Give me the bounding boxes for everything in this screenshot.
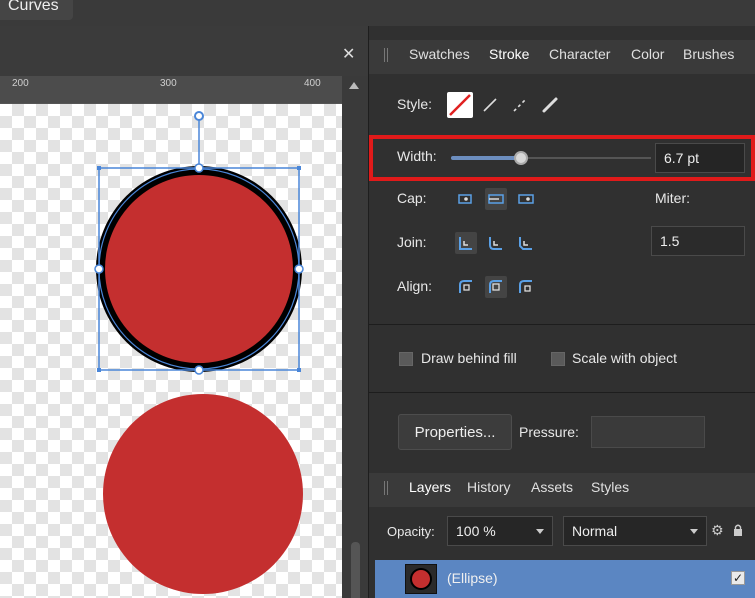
miter-value-field[interactable]: 1.5 bbox=[651, 226, 745, 256]
node-handle[interactable] bbox=[94, 264, 104, 274]
corner-handle[interactable] bbox=[297, 368, 301, 372]
brush-line-icon[interactable] bbox=[539, 94, 561, 116]
ruler-tick: 200 bbox=[12, 78, 29, 89]
width-label: Width: bbox=[397, 148, 437, 164]
width-slider-handle[interactable] bbox=[514, 151, 528, 165]
top-toolbar: Curves bbox=[0, 0, 755, 26]
style-label: Style: bbox=[397, 96, 433, 112]
canvas-header bbox=[0, 26, 368, 76]
layer-name[interactable]: (Ellipse) bbox=[447, 570, 498, 586]
tab-layers[interactable]: Layers bbox=[409, 479, 451, 495]
butt-cap-icon[interactable] bbox=[455, 188, 477, 210]
bevel-join-icon[interactable] bbox=[515, 232, 537, 254]
align-label: Align: bbox=[397, 278, 433, 294]
node-handle[interactable] bbox=[294, 264, 304, 274]
miter-label: Miter: bbox=[655, 190, 690, 206]
tab-stroke[interactable]: Stroke bbox=[489, 46, 529, 62]
lock-icon[interactable] bbox=[733, 523, 743, 537]
layer-visibility-checkbox[interactable]: ✓ bbox=[731, 571, 745, 585]
ruler-tick: 400 bbox=[304, 78, 321, 89]
align-outside-icon[interactable] bbox=[515, 276, 537, 298]
round-cap-icon[interactable] bbox=[485, 188, 507, 210]
blend-mode-dropdown[interactable]: Normal bbox=[563, 516, 707, 546]
chevron-down-icon bbox=[690, 529, 698, 534]
vertical-scrollbar[interactable] bbox=[342, 76, 368, 598]
round-join-icon[interactable] bbox=[485, 232, 507, 254]
divider bbox=[369, 324, 755, 325]
cap-label: Cap: bbox=[397, 190, 427, 206]
layer-thumbnail bbox=[405, 564, 437, 594]
pressure-label: Pressure: bbox=[519, 424, 579, 440]
rotation-handle[interactable] bbox=[194, 111, 204, 121]
ruler-tick: 300 bbox=[160, 78, 177, 89]
solid-line-icon[interactable] bbox=[479, 94, 501, 116]
tab-color[interactable]: Color bbox=[631, 46, 664, 62]
tab-styles[interactable]: Styles bbox=[591, 479, 629, 495]
divider bbox=[369, 392, 755, 393]
none-stroke-icon[interactable] bbox=[447, 92, 473, 118]
draw-behind-fill-checkbox[interactable] bbox=[399, 352, 413, 366]
scroll-up-icon[interactable] bbox=[349, 82, 359, 89]
canvas-artwork bbox=[94, 111, 304, 594]
panel-grip-icon[interactable] bbox=[384, 481, 388, 495]
selected-ellipse[interactable] bbox=[105, 175, 293, 363]
tab-assets[interactable]: Assets bbox=[531, 479, 573, 495]
dashed-line-icon[interactable] bbox=[509, 94, 531, 116]
curves-tab[interactable]: Curves bbox=[0, 0, 73, 20]
node-handle[interactable] bbox=[194, 365, 204, 375]
miter-join-icon[interactable] bbox=[455, 232, 477, 254]
width-value-field[interactable]: 6.7 pt bbox=[655, 143, 745, 173]
join-label: Join: bbox=[397, 234, 427, 250]
horizontal-ruler: 200 300 400 bbox=[0, 76, 342, 104]
corner-handle[interactable] bbox=[97, 368, 101, 372]
close-icon[interactable]: ✕ bbox=[342, 44, 355, 64]
chevron-down-icon bbox=[536, 529, 544, 534]
gear-icon[interactable]: ⚙ bbox=[711, 522, 724, 539]
scale-with-object-label: Scale with object bbox=[572, 350, 678, 366]
opacity-value: 100 % bbox=[456, 523, 496, 539]
tab-brushes[interactable]: Brushes bbox=[683, 46, 734, 62]
scroll-thumb[interactable] bbox=[351, 542, 360, 598]
scale-with-object-checkbox[interactable] bbox=[551, 352, 565, 366]
right-panel: Swatches Stroke Character Color Brushes … bbox=[368, 26, 755, 598]
pressure-graph[interactable] bbox=[591, 416, 705, 448]
ellipse-no-stroke[interactable] bbox=[103, 394, 303, 594]
corner-handle[interactable] bbox=[97, 166, 101, 170]
properties-button[interactable]: Properties... bbox=[398, 414, 512, 450]
blend-mode-value: Normal bbox=[572, 523, 618, 539]
corner-handle[interactable] bbox=[297, 166, 301, 170]
node-handle[interactable] bbox=[194, 163, 204, 173]
stroke-panel-tabs: Swatches Stroke Character Color Brushes bbox=[369, 40, 755, 74]
layers-panel-tabs: Layers History Assets Styles bbox=[369, 473, 755, 507]
opacity-dropdown[interactable]: 100 % bbox=[447, 516, 553, 546]
draw-behind-fill-label: Draw behind fill bbox=[421, 350, 517, 366]
align-center-icon[interactable] bbox=[485, 276, 507, 298]
opacity-label: Opacity: bbox=[387, 524, 435, 539]
tab-swatches[interactable]: Swatches bbox=[409, 46, 470, 62]
tab-character[interactable]: Character bbox=[549, 46, 610, 62]
square-cap-icon[interactable] bbox=[515, 188, 537, 210]
width-slider-fill bbox=[451, 156, 521, 160]
panel-grip-icon[interactable] bbox=[384, 48, 388, 62]
tab-history[interactable]: History bbox=[467, 479, 511, 495]
align-inside-icon[interactable] bbox=[455, 276, 477, 298]
